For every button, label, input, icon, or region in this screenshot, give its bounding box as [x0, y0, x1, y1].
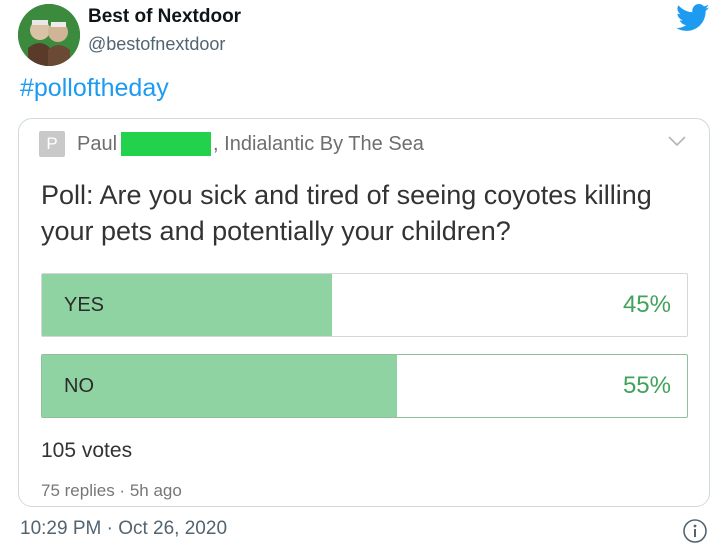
- poll-option-no[interactable]: NO 55%: [41, 354, 688, 418]
- tweet-header: Best of Nextdoor @bestofnextdoor: [18, 4, 710, 68]
- poll-option-label: NO: [64, 374, 94, 397]
- twitter-bird-icon[interactable]: [676, 4, 710, 32]
- account-handle[interactable]: @bestofnextdoor: [88, 34, 225, 55]
- author-name[interactable]: Paul: [77, 133, 117, 156]
- info-icon[interactable]: [682, 518, 708, 544]
- avatar[interactable]: [18, 4, 80, 66]
- poll-bar-no: [42, 355, 397, 417]
- replies-and-time[interactable]: 75 replies · 5h ago: [41, 481, 182, 501]
- redaction-bar: [121, 132, 212, 156]
- nextdoor-post-card: P Paul , Indialantic By The Sea Poll: Ar…: [18, 118, 710, 507]
- chevron-down-icon[interactable]: [667, 133, 687, 149]
- tweet-timestamp[interactable]: 10:29 PM · Oct 26, 2020: [20, 518, 227, 540]
- poll-option-percent: 45%: [622, 291, 671, 318]
- account-name[interactable]: Best of Nextdoor: [88, 6, 241, 28]
- hashtag-link[interactable]: #polloftheday: [20, 74, 169, 103]
- poll-option-percent: 55%: [622, 372, 671, 399]
- poll-option-yes[interactable]: YES 45%: [41, 273, 688, 337]
- author-location: , Indialantic By The Sea: [213, 132, 424, 155]
- poll-question: Poll: Are you sick and tired of seeing c…: [41, 180, 652, 246]
- author-avatar[interactable]: P: [39, 131, 65, 157]
- post-author-line: P Paul , Indialantic By The Sea: [39, 129, 424, 159]
- poll-option-label: YES: [64, 293, 105, 316]
- vote-count: 105 votes: [41, 439, 133, 462]
